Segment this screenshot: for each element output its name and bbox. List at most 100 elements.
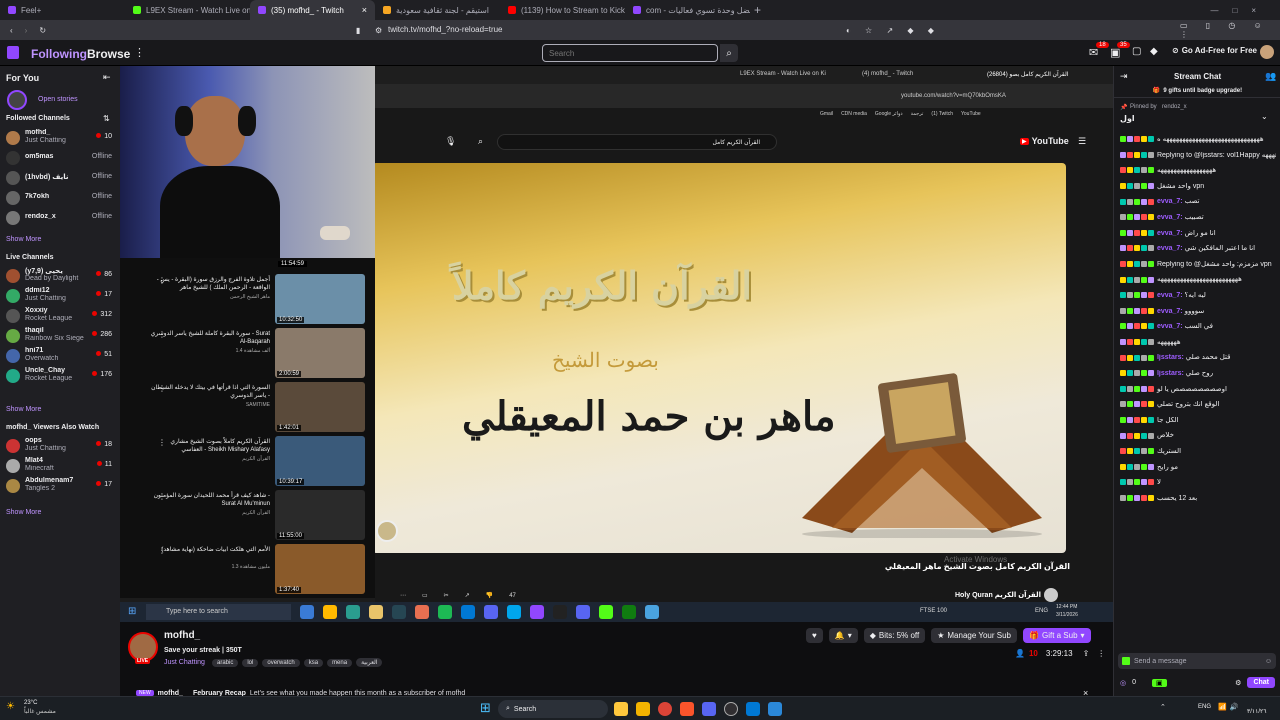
sidebar-channel[interactable]: oops Just Chatting 18 (6, 437, 116, 455)
twitch-logo-icon[interactable] (7, 46, 19, 59)
sidebar-channel[interactable]: rendoz_x Offline (6, 209, 116, 227)
tag[interactable]: ksa (303, 658, 324, 667)
more-options-icon[interactable]: ⋮ (1097, 649, 1105, 658)
chat-users-icon[interactable]: 👥 (1265, 71, 1276, 82)
sidebar-channel[interactable]: hni71 Overwatch 51 (6, 347, 116, 365)
sidebar-channel[interactable]: Xoxxiy Rocket League 312 (6, 307, 116, 325)
chat-username[interactable]: evva_7: (1155, 323, 1185, 330)
chat-username[interactable]: evva_7: (1155, 292, 1185, 299)
top-thumb-time: 11:54:59 (278, 261, 307, 267)
bookmark-icon[interactable]: ▮ (356, 26, 360, 35)
browser-tab[interactable]: com - شارة العضل وحدة تسوي فعاليات (625, 0, 750, 20)
close-tab-icon[interactable]: × (362, 5, 367, 15)
tag[interactable]: mena (327, 658, 353, 667)
app-icon[interactable] (746, 702, 760, 716)
chat-username[interactable]: evva_7: (1155, 214, 1185, 221)
folder-icon[interactable] (636, 702, 650, 716)
share-icon[interactable]: ⇪ (1083, 649, 1090, 658)
chat-input[interactable]: Send a message ☺ (1118, 653, 1276, 669)
show-more-live[interactable]: Show More (6, 406, 41, 413)
stream-category[interactable]: Just Chatting (164, 659, 205, 666)
bits-button[interactable]: ◆ Bits: 5% off (863, 628, 926, 643)
go-ad-free-button[interactable]: ⊘ Go Ad-Free for Free (1172, 46, 1257, 55)
more-menu-icon[interactable]: ⋮ (134, 46, 145, 59)
channel-points-icon[interactable]: ◎ (1120, 679, 1126, 687)
tag[interactable]: arabic (212, 658, 239, 667)
sidebar-channel[interactable]: Abdulmenam7 Tangles 2 17 (6, 477, 116, 495)
chat-username[interactable]: evva_7: (1155, 230, 1185, 237)
start-icon[interactable]: ⊞ (480, 700, 491, 716)
sidebar-channel[interactable]: (1hvbd) نايف Offline (6, 169, 116, 187)
discord-icon[interactable] (702, 702, 716, 716)
tag[interactable]: lol (242, 658, 259, 667)
sort-icon[interactable]: ⇅ (103, 114, 110, 123)
sidebar-channel[interactable]: om5mas Offline (6, 149, 116, 167)
chat-username[interactable]: ljsstars: (1155, 370, 1186, 377)
points-reward-icon[interactable]: ▣ (1152, 678, 1167, 687)
chat-username[interactable]: evva_7: (1155, 198, 1185, 205)
emoji-icon[interactable]: ☺ (1265, 658, 1272, 665)
weather-icon[interactable]: ☀ (6, 701, 15, 712)
extensions-icons[interactable]: ◐ ☆ ↗ ◆ ◆ (846, 26, 940, 35)
sidebar-channel[interactable]: ddmi12 Just Chatting 17 (6, 287, 116, 305)
chat-settings-icon[interactable]: ⚙ (1235, 679, 1241, 687)
tray-status-icons[interactable]: 📶🔊 (1218, 703, 1241, 711)
search-button[interactable]: ⌕ (720, 44, 738, 62)
tray-icons[interactable]: ⌃ (1160, 703, 1170, 711)
chat-username[interactable]: evva_7: (1155, 245, 1185, 252)
browser-tab[interactable]: Feel+ (0, 0, 125, 20)
inbox-icon[interactable]: ▣ 35 (1110, 42, 1130, 59)
expand-pin-icon[interactable]: ⌄ (1261, 112, 1268, 121)
sidebar-channel[interactable]: 7k7okh Offline (6, 189, 116, 207)
app-icon[interactable] (768, 702, 782, 716)
sidebar-channel[interactable]: mofhd_ Just Chatting 10 (6, 129, 116, 147)
sidebar-channel[interactable]: (y7,9) يحيى Dead by Daylight 86 (6, 267, 116, 285)
tag[interactable]: overwatch (262, 658, 300, 667)
channel-name[interactable]: mofhd_ (164, 630, 200, 641)
browser-menu-icons[interactable]: ▭ ▯ ◷ ☺ ⋮ (1180, 21, 1280, 39)
stories-avatar[interactable] (7, 90, 27, 110)
crown-icon[interactable]: ▢ (1132, 46, 1141, 57)
chrome-icon[interactable] (658, 702, 672, 716)
show-more-followed[interactable]: Show More (6, 236, 41, 243)
sidebar-channel[interactable]: thaqil Rainbow Six Siege 286 (6, 327, 116, 345)
file-explorer-icon[interactable] (614, 702, 628, 716)
tab-favicon-icon (8, 6, 16, 14)
taskbar-lang[interactable]: ENG (1198, 704, 1211, 710)
show-more-also[interactable]: Show More (6, 509, 41, 516)
window-controls[interactable]: —□× (1210, 6, 1270, 15)
browser-tab-active[interactable]: (35) mofhd_ - Twitch × (250, 0, 375, 20)
taskbar-search[interactable]: ⌕ Search (498, 700, 608, 718)
user-avatar[interactable] (1260, 45, 1274, 59)
site-info-icon[interactable]: ⚙ (375, 26, 382, 35)
brave-icon[interactable] (680, 702, 694, 716)
chat-username[interactable]: ljsstars: (1155, 354, 1186, 361)
manage-sub-button[interactable]: ★ Manage Your Sub (931, 628, 1017, 643)
collapse-sidebar-icon[interactable]: ⇤ (103, 72, 111, 83)
open-stories-link[interactable]: Open stories (38, 96, 78, 103)
url-field[interactable]: twitch.tv/mofhd_?no-reload=true (388, 25, 503, 34)
gift-sub-button[interactable]: 🎁 Gift a Sub ▾ (1023, 628, 1091, 643)
tag[interactable]: العربية (356, 658, 383, 667)
obs-icon[interactable] (724, 702, 738, 716)
collapse-chat-icon[interactable]: ⇥ (1120, 71, 1128, 82)
notifications-icon[interactable]: ✉ 18 (1089, 42, 1109, 59)
follow-heart-button[interactable]: ♥ (806, 628, 823, 643)
search-input[interactable] (542, 44, 718, 62)
browser-tab[interactable]: استيقم - لجنة ثقافية سعودية (375, 0, 500, 20)
forward-icon[interactable]: › (25, 26, 28, 35)
notifications-button[interactable]: 🔔 ▾ (828, 628, 858, 643)
browser-tab[interactable]: (1139) How to Stream to Kick on PC (500, 0, 625, 20)
chat-username[interactable]: evva_7: (1155, 308, 1185, 315)
reload-icon[interactable]: ↻ (39, 26, 46, 35)
new-tab-icon[interactable]: + (754, 3, 761, 17)
back-icon[interactable]: ‹ (10, 26, 13, 35)
sidebar-channel[interactable]: Mlat4 Minecraft 11 (6, 457, 116, 475)
chat-button[interactable]: Chat (1247, 677, 1275, 688)
browser-tab[interactable]: L9EX Stream - Watch Live on Kick (125, 0, 250, 20)
viewer-count: 11 (96, 461, 112, 468)
bits-icon[interactable]: ◆ (1150, 46, 1158, 57)
sidebar-channel[interactable]: Uncle_Chay Rocket League 176 (6, 367, 116, 385)
nav-browse[interactable]: Browse (87, 47, 130, 61)
nav-following[interactable]: Following (31, 47, 87, 61)
